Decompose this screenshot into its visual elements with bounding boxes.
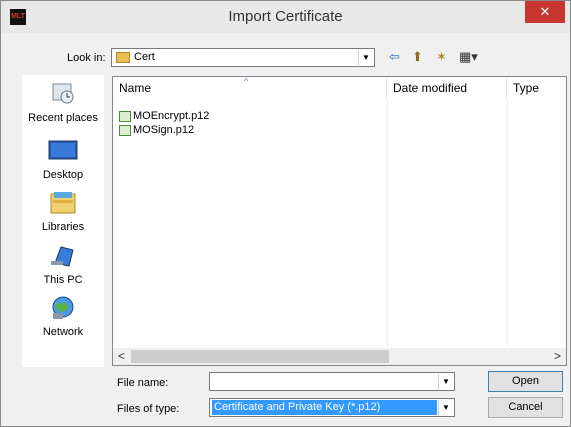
- back-icon[interactable]: ⇦: [389, 49, 400, 65]
- file-type-select[interactable]: Certificate and Private Key (*.p12) ▼: [209, 398, 455, 417]
- place-label: Desktop: [42, 169, 84, 181]
- column-divider: [507, 99, 508, 347]
- place-desktop[interactable]: Desktop: [23, 138, 103, 181]
- file-list[interactable]: Name ^ Date modified Type MOEncrypt.p12 …: [112, 76, 567, 366]
- look-in-label: Look in:: [67, 52, 106, 64]
- desktop-icon: [48, 140, 78, 160]
- list-item[interactable]: MOEncrypt.p12: [119, 109, 209, 123]
- scroll-left-icon[interactable]: <: [118, 349, 125, 363]
- column-header-date-modified[interactable]: Date modified: [387, 77, 507, 99]
- scroll-right-icon[interactable]: >: [554, 349, 561, 363]
- chevron-down-icon[interactable]: ▼: [438, 400, 453, 415]
- cancel-button[interactable]: Cancel: [488, 397, 563, 418]
- up-folder-icon[interactable]: ⬆: [412, 49, 423, 65]
- chevron-down-icon[interactable]: ▼: [358, 50, 373, 65]
- this-pc-icon: [51, 246, 74, 267]
- close-button[interactable]: ✕: [525, 1, 565, 23]
- new-folder-icon[interactable]: ✶: [436, 49, 447, 65]
- open-button[interactable]: Open: [488, 371, 563, 392]
- file-name-input[interactable]: ▼: [209, 372, 455, 391]
- network-icon: [52, 296, 74, 319]
- chevron-down-icon[interactable]: ▼: [438, 374, 453, 389]
- file-name-label: File name:: [117, 377, 169, 389]
- import-certificate-dialog: MLT Import Certificate ✕ Look in: Cert ▼…: [0, 0, 571, 427]
- place-label: Recent places: [28, 112, 98, 124]
- file-type-value: Certificate and Private Key (*.p12): [212, 400, 437, 415]
- horizontal-scrollbar[interactable]: < >: [113, 348, 566, 365]
- place-libraries[interactable]: Libraries: [23, 190, 103, 233]
- certificate-file-icon: [119, 110, 131, 122]
- places-bar: Recent places Desktop Libraries This PC: [22, 75, 104, 367]
- column-divider: [387, 99, 388, 347]
- list-item[interactable]: MOSign.p12: [119, 123, 194, 137]
- view-menu-icon[interactable]: ▦▾: [459, 49, 478, 65]
- place-network[interactable]: Network: [23, 295, 103, 338]
- title-bar: MLT Import Certificate ✕: [1, 1, 570, 33]
- window-title: Import Certificate: [228, 8, 343, 25]
- place-recent[interactable]: Recent places: [23, 81, 103, 124]
- recent-places-icon: [52, 83, 74, 104]
- scrollbar-thumb[interactable]: [131, 350, 389, 363]
- place-label: Network: [42, 326, 84, 338]
- libraries-icon: [50, 192, 76, 214]
- place-this-pc[interactable]: This PC: [23, 243, 103, 286]
- folder-icon: [116, 52, 130, 63]
- column-header-name[interactable]: Name ^: [113, 76, 387, 99]
- sort-ascending-icon: ^: [244, 76, 249, 86]
- look-in-value: Cert: [134, 51, 155, 63]
- column-header-type[interactable]: Type: [507, 77, 566, 99]
- place-label: Libraries: [41, 221, 85, 233]
- file-type-label: Files of type:: [117, 403, 180, 415]
- look-in-select[interactable]: Cert ▼: [111, 48, 375, 67]
- place-label: This PC: [43, 274, 83, 286]
- certificate-file-icon: [119, 124, 131, 136]
